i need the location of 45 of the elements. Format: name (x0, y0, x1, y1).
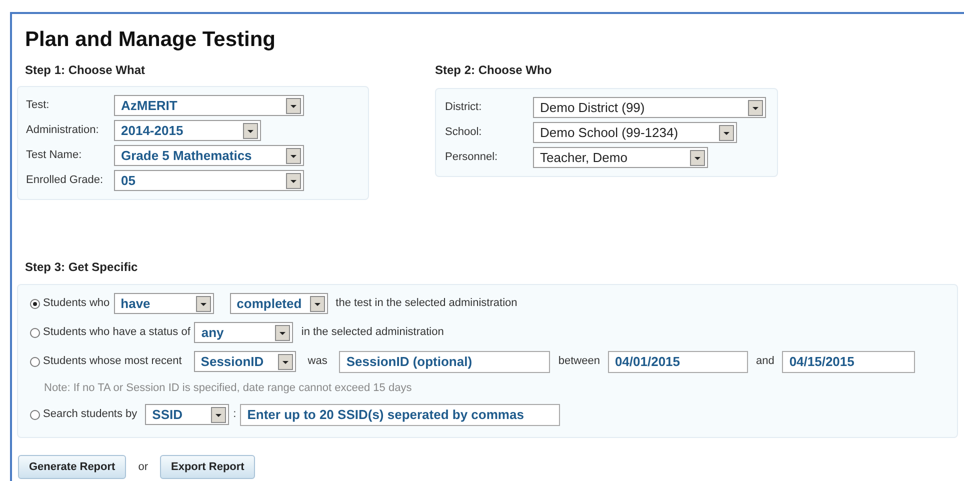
section-heading: Step 2: Choose Who (435, 62, 553, 79)
field-label: Personnel: (445, 150, 499, 166)
field-label: Test Name: (26, 148, 83, 164)
field-label: School: (445, 125, 483, 140)
note-text: Note: If no TA or Session ID is specified, date range cannot exceed 15 days (44, 380, 412, 396)
input-field[interactable]: 04/15/2015 (782, 350, 916, 372)
radio-button[interactable] (30, 298, 40, 308)
dropdown[interactable]: have (114, 293, 214, 314)
report-button[interactable]: Generate Report (18, 455, 126, 479)
option-text: and (756, 354, 774, 370)
dropdown[interactable]: 2014-2015 (114, 120, 261, 141)
input-field[interactable]: SessionID (optional) (339, 350, 550, 372)
option-text: was (308, 354, 328, 370)
option-text: Students whose most recent (43, 354, 182, 370)
section-heading: Step 1: Choose What (25, 62, 146, 79)
or-text: or (138, 460, 148, 475)
report-button[interactable]: Export Report (160, 455, 256, 479)
dropdown[interactable]: Teacher, Demo (533, 147, 708, 168)
option-text: : (233, 407, 236, 422)
input-field[interactable]: 04/01/2015 (608, 350, 748, 372)
section-heading: Step 3: Get Specific (25, 259, 139, 276)
dropdown[interactable]: Grade 5 Mathematics (114, 145, 304, 166)
page-title: Plan and Manage Testing (25, 28, 276, 52)
field-label: Enrolled Grade: (26, 173, 104, 188)
dropdown[interactable]: AzMERIT (114, 95, 304, 116)
dropdown[interactable]: Demo School (99-1234) (533, 122, 737, 143)
dropdown[interactable]: 05 (114, 170, 304, 191)
radio-button[interactable] (30, 410, 40, 420)
field-label: Test: (26, 98, 50, 114)
field-label: Administration: (26, 123, 100, 138)
radio-button[interactable] (30, 356, 40, 366)
option-text: between (558, 354, 600, 370)
dropdown[interactable]: SessionID (194, 351, 296, 372)
dropdown[interactable]: Demo District (99) (533, 97, 766, 118)
dropdown[interactable]: any (194, 322, 294, 343)
option-text: Search students by (43, 407, 138, 422)
option-text: the test in the selected administration (336, 296, 518, 312)
option-text: Students who have a status of (43, 325, 190, 340)
input-field[interactable]: Enter up to 20 SSID(s) seperated by commas (240, 404, 560, 426)
option-text: in the selected administration (301, 325, 444, 340)
field-label: District: (445, 100, 483, 116)
radio-button[interactable] (30, 328, 40, 338)
dropdown[interactable]: SSID (145, 404, 230, 425)
dropdown[interactable]: completed (230, 293, 328, 314)
option-text: Students who (43, 296, 110, 312)
